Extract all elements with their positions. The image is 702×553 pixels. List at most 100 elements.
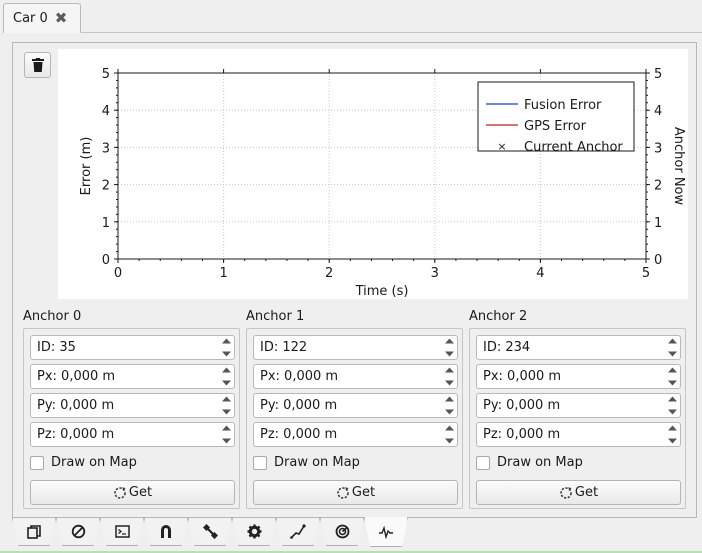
- anchor-0-get-button[interactable]: Get: [30, 480, 235, 505]
- legend-gps-label: GPS Error: [524, 119, 587, 134]
- spin-arrows-icon[interactable]: [444, 338, 454, 357]
- y2-axis-label: Anchor Now: [671, 127, 686, 206]
- trash-icon: [31, 58, 44, 72]
- anchor-1-py-spinbox[interactable]: Py: 0,000 m: [253, 393, 458, 418]
- y2-tick-label: 4: [654, 104, 662, 119]
- anchor-2-group: ID: 234 Px: 0,000 m Py: 0,000 m Pz: 0,00…: [469, 328, 686, 509]
- copy-icon: [27, 524, 41, 539]
- spin-arrows-icon[interactable]: [667, 367, 677, 386]
- pulse-icon: [379, 525, 393, 539]
- anchor-2-draw-on-map[interactable]: Draw on Map: [476, 455, 583, 470]
- y-tick-label: 4: [102, 104, 110, 119]
- anchor-2-title: Anchor 2: [469, 309, 528, 324]
- car-panel: 012345012345012345 Time (s) Error (m) An…: [12, 42, 697, 518]
- anchor-1-pz-spinbox[interactable]: Pz: 0,000 m: [253, 422, 458, 447]
- tab-bar-line: [82, 32, 702, 33]
- refresh-icon: [337, 486, 349, 499]
- anchor-0-px-spinbox[interactable]: Px: 0,000 m: [30, 364, 235, 389]
- anchor-0-get-label: Get: [128, 485, 153, 500]
- anchor-1-py-value: Py: 0,000 m: [260, 398, 338, 413]
- x-tick-label: 3: [431, 266, 439, 281]
- anchor-0-py-spinbox[interactable]: Py: 0,000 m: [30, 393, 235, 418]
- legend: Fusion Error GPS Error × Current Anchor: [477, 81, 635, 155]
- x-tick-label: 2: [325, 266, 333, 281]
- anchor-0-px-value: Px: 0,000 m: [37, 369, 116, 384]
- anchor-1-id-spinbox[interactable]: ID: 122: [253, 335, 458, 360]
- anchor-1-get-label: Get: [351, 485, 376, 500]
- anchor-0-draw-checkbox[interactable]: [30, 455, 44, 470]
- y-tick-label: 3: [102, 141, 110, 156]
- y-tick-label: 5: [102, 67, 110, 82]
- spin-arrows-icon[interactable]: [444, 425, 454, 444]
- tab-car-0[interactable]: Car 0 ✖: [3, 3, 81, 33]
- y2-tick-label: 1: [654, 216, 662, 231]
- spin-arrows-icon[interactable]: [667, 396, 677, 415]
- anchor-0-py-value: Py: 0,000 m: [37, 398, 115, 413]
- anchor-2-get-button[interactable]: Get: [476, 480, 681, 505]
- gear-icon: [247, 524, 261, 539]
- clear-plot-button[interactable]: [24, 52, 51, 78]
- bottom-tab-terminal[interactable]: [100, 518, 144, 546]
- y2-tick-label: 2: [654, 179, 662, 194]
- anchor-1-title: Anchor 1: [246, 309, 305, 324]
- x-tick-label: 1: [219, 266, 227, 281]
- refresh-icon: [560, 486, 572, 499]
- anchor-2-py-value: Py: 0,000 m: [483, 398, 561, 413]
- x-tick-label: 4: [536, 266, 544, 281]
- x-axis-label: Time (s): [355, 284, 409, 299]
- bottom-tab-radar[interactable]: [320, 518, 364, 546]
- anchor-1-id-value: ID: 122: [260, 340, 308, 355]
- spin-arrows-icon[interactable]: [221, 367, 231, 386]
- anchor-0-id-spinbox[interactable]: ID: 35: [30, 335, 235, 360]
- anchor-1-draw-checkbox[interactable]: [253, 455, 267, 470]
- anchor-1-draw-on-map[interactable]: Draw on Map: [253, 455, 360, 470]
- anchor-2-pz-value: Pz: 0,000 m: [483, 427, 561, 442]
- y2-tick-label: 5: [654, 67, 662, 82]
- legend-fusion-label: Fusion Error: [524, 98, 602, 113]
- bottom-tab-pulse[interactable]: [364, 517, 408, 547]
- anchor-1-px-spinbox[interactable]: Px: 0,000 m: [253, 364, 458, 389]
- bottom-tab-copy[interactable]: [12, 518, 56, 546]
- spin-arrows-icon[interactable]: [667, 338, 677, 357]
- x-tick-label: 0: [114, 266, 122, 281]
- anchor-2-pz-spinbox[interactable]: Pz: 0,000 m: [476, 422, 681, 447]
- anchor-2-id-value: ID: 234: [483, 340, 531, 355]
- anchor-0-pz-spinbox[interactable]: Pz: 0,000 m: [30, 422, 235, 447]
- anchor-1-px-value: Px: 0,000 m: [260, 369, 339, 384]
- anchor-2-py-spinbox[interactable]: Py: 0,000 m: [476, 393, 681, 418]
- bottom-tab-route[interactable]: [276, 518, 320, 546]
- bottom-tab-no-sign[interactable]: [56, 518, 100, 546]
- anchor-2-draw-label: Draw on Map: [497, 455, 583, 470]
- spin-arrows-icon[interactable]: [444, 396, 454, 415]
- y-tick-label: 0: [102, 253, 110, 268]
- y2-tick-label: 3: [654, 141, 662, 156]
- magnet-icon: [161, 525, 171, 538]
- error-plot[interactable]: 012345012345012345 Time (s) Error (m) An…: [58, 49, 688, 299]
- anchor-0-group: ID: 35 Px: 0,000 m Py: 0,000 m Pz: 0,000…: [23, 328, 240, 509]
- no-sign-icon: [71, 524, 85, 539]
- anchor-2-draw-checkbox[interactable]: [476, 455, 490, 470]
- anchor-0-draw-label: Draw on Map: [51, 455, 137, 470]
- bottom-tab-settings[interactable]: [232, 518, 276, 546]
- spin-arrows-icon[interactable]: [667, 425, 677, 444]
- anchor-1-get-button[interactable]: Get: [253, 480, 458, 505]
- bottom-tab-magnet[interactable]: [144, 518, 188, 546]
- anchor-2-id-spinbox[interactable]: ID: 234: [476, 335, 681, 360]
- anchor-1-draw-label: Draw on Map: [274, 455, 360, 470]
- anchor-0-id-value: ID: 35: [37, 340, 76, 355]
- spin-arrows-icon[interactable]: [221, 396, 231, 415]
- route-icon: [290, 524, 306, 539]
- anchor-0-pz-value: Pz: 0,000 m: [37, 427, 115, 442]
- legend-anchor-marker: ×: [497, 140, 506, 153]
- close-icon[interactable]: ✖: [55, 11, 68, 26]
- terminal-icon: [114, 525, 130, 538]
- spin-arrows-icon[interactable]: [444, 367, 454, 386]
- spin-arrows-icon[interactable]: [221, 338, 231, 357]
- spin-arrows-icon[interactable]: [221, 425, 231, 444]
- anchor-2-get-label: Get: [574, 485, 599, 500]
- anchor-2-px-spinbox[interactable]: Px: 0,000 m: [476, 364, 681, 389]
- anchor-0-draw-on-map[interactable]: Draw on Map: [30, 455, 137, 470]
- bottom-tab-satellite[interactable]: [188, 518, 232, 546]
- y2-tick-label: 0: [654, 253, 662, 268]
- y-tick-label: 1: [102, 216, 110, 231]
